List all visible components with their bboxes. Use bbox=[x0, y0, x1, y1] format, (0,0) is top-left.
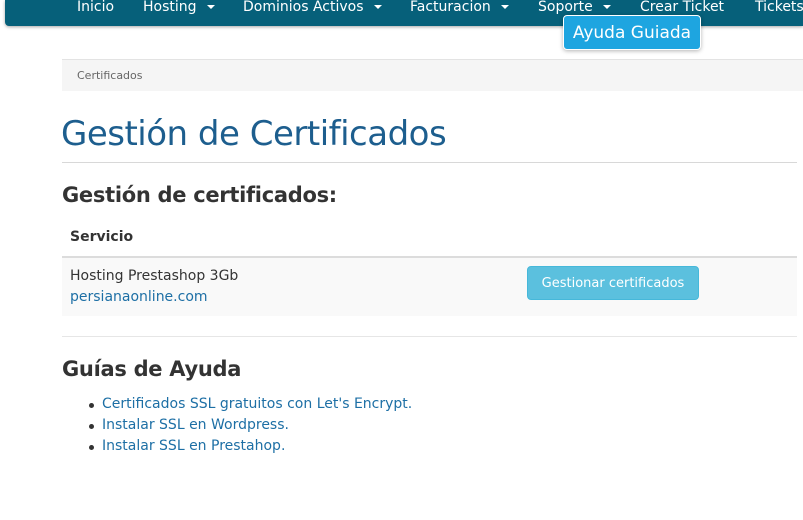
service-domain-link[interactable]: persianaonline.com bbox=[70, 289, 208, 305]
help-guides-list: Certificados SSL gratuitos con Let's Enc… bbox=[88, 394, 412, 457]
caret-down-icon bbox=[206, 5, 215, 9]
nav-item-label: Dominios Activos bbox=[243, 0, 364, 15]
column-header-service: Servicio bbox=[70, 229, 134, 245]
nav-item-label: Soporte bbox=[538, 0, 593, 15]
nav-item-dominios-activos[interactable]: Dominios Activos bbox=[243, 0, 382, 20]
caret-down-icon bbox=[602, 5, 611, 9]
caret-down-icon bbox=[373, 5, 382, 9]
section-divider bbox=[62, 336, 797, 337]
nav-item-label: Crear Ticket bbox=[640, 0, 725, 15]
title-divider bbox=[62, 162, 797, 163]
list-item: Certificados SSL gratuitos con Let's Enc… bbox=[88, 394, 412, 415]
help-guides-heading: Guías de Ayuda bbox=[62, 357, 242, 381]
nav-item-inicio[interactable]: Inicio bbox=[77, 0, 114, 20]
guided-help-button[interactable]: Ayuda Guiada bbox=[563, 15, 701, 50]
service-name: Hosting Prestashop 3Gb bbox=[70, 268, 239, 284]
nav-item-label: Inicio bbox=[77, 0, 115, 15]
nav-item-tickets[interactable]: Tickets bbox=[755, 0, 803, 20]
breadcrumb: Certificados bbox=[62, 59, 803, 91]
help-link-wordpress-ssl[interactable]: Instalar SSL en Wordpress. bbox=[102, 417, 289, 433]
nav-item-facturacion[interactable]: Facturacion bbox=[410, 0, 509, 20]
list-item: Instalar SSL en Prestahop. bbox=[88, 436, 412, 457]
nav-item-label: Hosting bbox=[143, 0, 197, 15]
certificates-heading: Gestión de certificados: bbox=[62, 183, 337, 207]
page-title: Gestión de Certificados bbox=[61, 114, 447, 154]
nav-item-label: Facturacion bbox=[410, 0, 491, 15]
help-link-letsencrypt[interactable]: Certificados SSL gratuitos con Let's Enc… bbox=[102, 396, 412, 412]
help-link-prestashop-ssl[interactable]: Instalar SSL en Prestahop. bbox=[102, 438, 285, 454]
caret-down-icon bbox=[500, 5, 509, 9]
nav-item-hosting[interactable]: Hosting bbox=[143, 0, 215, 20]
breadcrumb-current: Certificados bbox=[77, 69, 143, 82]
nav-item-label: Tickets bbox=[755, 0, 803, 15]
table-row: Hosting Prestashop 3Gb persianaonline.co… bbox=[62, 258, 797, 316]
manage-certificates-button[interactable]: Gestionar certificados bbox=[527, 266, 699, 300]
list-item: Instalar SSL en Wordpress. bbox=[88, 415, 412, 436]
